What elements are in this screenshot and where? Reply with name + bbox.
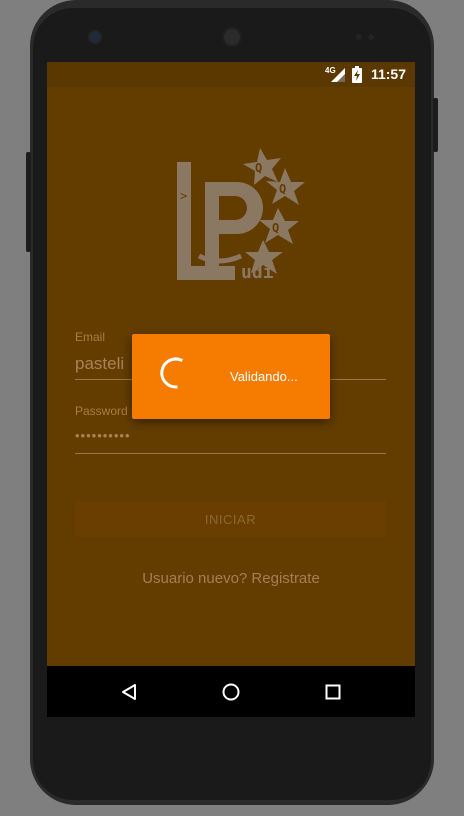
progress-dialog: Validando... <box>132 334 330 419</box>
dialog-message: Validando... <box>230 369 298 384</box>
svg-text:Q: Q <box>272 221 279 235</box>
app-logo: Q Q Q > udi <box>177 148 305 282</box>
login-button[interactable]: INICIAR <box>75 501 386 537</box>
email-label: Email <box>75 330 106 344</box>
recents-button[interactable] <box>320 679 346 705</box>
svg-text:Q: Q <box>255 161 262 175</box>
volume-button <box>433 98 438 152</box>
earpiece-speaker <box>222 27 242 47</box>
navigation-bar <box>47 666 415 717</box>
signal-icon <box>331 68 345 82</box>
proximity-sensor <box>356 34 362 40</box>
back-triangle-icon <box>122 684 136 700</box>
light-sensor <box>368 34 374 40</box>
svg-text:Q: Q <box>279 182 286 196</box>
battery-charging-icon <box>352 66 362 83</box>
register-link[interactable]: Usuario nuevo? Registrate <box>47 570 415 587</box>
password-field[interactable]: •••••••••• <box>75 428 131 443</box>
home-button[interactable] <box>218 679 244 705</box>
home-circle-icon <box>222 683 240 701</box>
svg-text:udi: udi <box>241 262 274 282</box>
app-screen: 4G 11:57 Q Q Q > udi Email pasteli Passw… <box>47 62 415 717</box>
status-bar: 4G 11:57 <box>47 62 415 87</box>
email-field[interactable]: pasteli <box>75 354 124 374</box>
svg-text:>: > <box>180 189 187 203</box>
clock: 11:57 <box>370 66 406 82</box>
power-button <box>26 152 31 252</box>
back-button[interactable] <box>116 679 142 705</box>
password-underline <box>75 453 386 454</box>
password-label: Password <box>75 404 128 418</box>
front-camera <box>90 32 100 42</box>
recents-square-icon <box>325 684 341 700</box>
loading-spinner-icon <box>160 357 183 389</box>
